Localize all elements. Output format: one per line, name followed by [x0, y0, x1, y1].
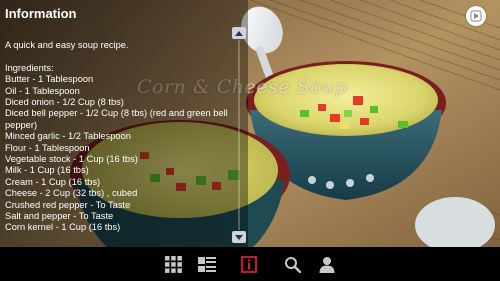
- ingredient-line: Milk - 1 Cup (16 tbs): [5, 165, 89, 176]
- ingredient-line: Flour - 1 Tablespoon: [5, 142, 90, 153]
- ingredient-line: Butter - 1 Tablespoon: [5, 74, 94, 85]
- search-icon: [284, 256, 301, 273]
- scroll-down-button[interactable]: [232, 231, 246, 243]
- recipe-intro: A quick and easy soup recipe.: [5, 40, 129, 50]
- nav-user-button[interactable]: [318, 255, 336, 273]
- recipe-description: A quick and easy soup recipe. Ingredient…: [5, 40, 230, 234]
- ingredient-line: Crushed red pepper - To Taste: [5, 199, 131, 210]
- ingredient-line: Vegetable stock - 1 Cup (16 tbs): [5, 154, 138, 165]
- bottom-navigation-bar: [0, 247, 500, 281]
- scroll-up-button[interactable]: [232, 27, 246, 39]
- nav-grid-button[interactable]: [164, 255, 182, 273]
- ingredient-line: Corn kernel - 1 Cup (16 tbs): [5, 222, 121, 233]
- ingredient-line: Cheese - 2 Cup (32 tbs) , cubed: [5, 188, 138, 199]
- ingredient-line: Oil - 1 Tablespoon: [5, 85, 80, 96]
- list-icon: [198, 256, 216, 272]
- panel-title: Information: [5, 6, 77, 21]
- ingredient-line: Minced garlic - 1/2 Tablespoon: [5, 131, 131, 142]
- app-screen: Corn & Cheese Soup Information A quick a…: [0, 0, 500, 281]
- scrollbar-track[interactable]: [238, 40, 240, 230]
- nav-search-button[interactable]: [283, 255, 301, 273]
- ingredient-line: Diced bell pepper - 1/2 Cup (8 tbs) (red…: [5, 108, 228, 119]
- chevron-up-icon: [235, 30, 243, 36]
- ingredient-line: Cream - 1 Cup (16 tbs): [5, 176, 101, 187]
- ingredient-line: pepper): [5, 119, 38, 130]
- chevron-down-icon: [235, 234, 243, 240]
- nav-list-button[interactable]: [198, 255, 216, 273]
- grid-icon: [164, 255, 182, 273]
- user-icon: [319, 256, 335, 273]
- information-panel: Information A quick and easy soup recipe…: [0, 0, 248, 247]
- ingredient-line: Diced onion - 1/2 Cup (8 tbs): [5, 97, 124, 108]
- info-icon: [241, 255, 257, 273]
- nav-info-button[interactable]: [240, 255, 258, 273]
- ingredients-heading: Ingredients:: [5, 62, 54, 73]
- play-logo-icon[interactable]: [466, 6, 486, 26]
- ingredient-line: Salt and pepper - To Taste: [5, 211, 114, 222]
